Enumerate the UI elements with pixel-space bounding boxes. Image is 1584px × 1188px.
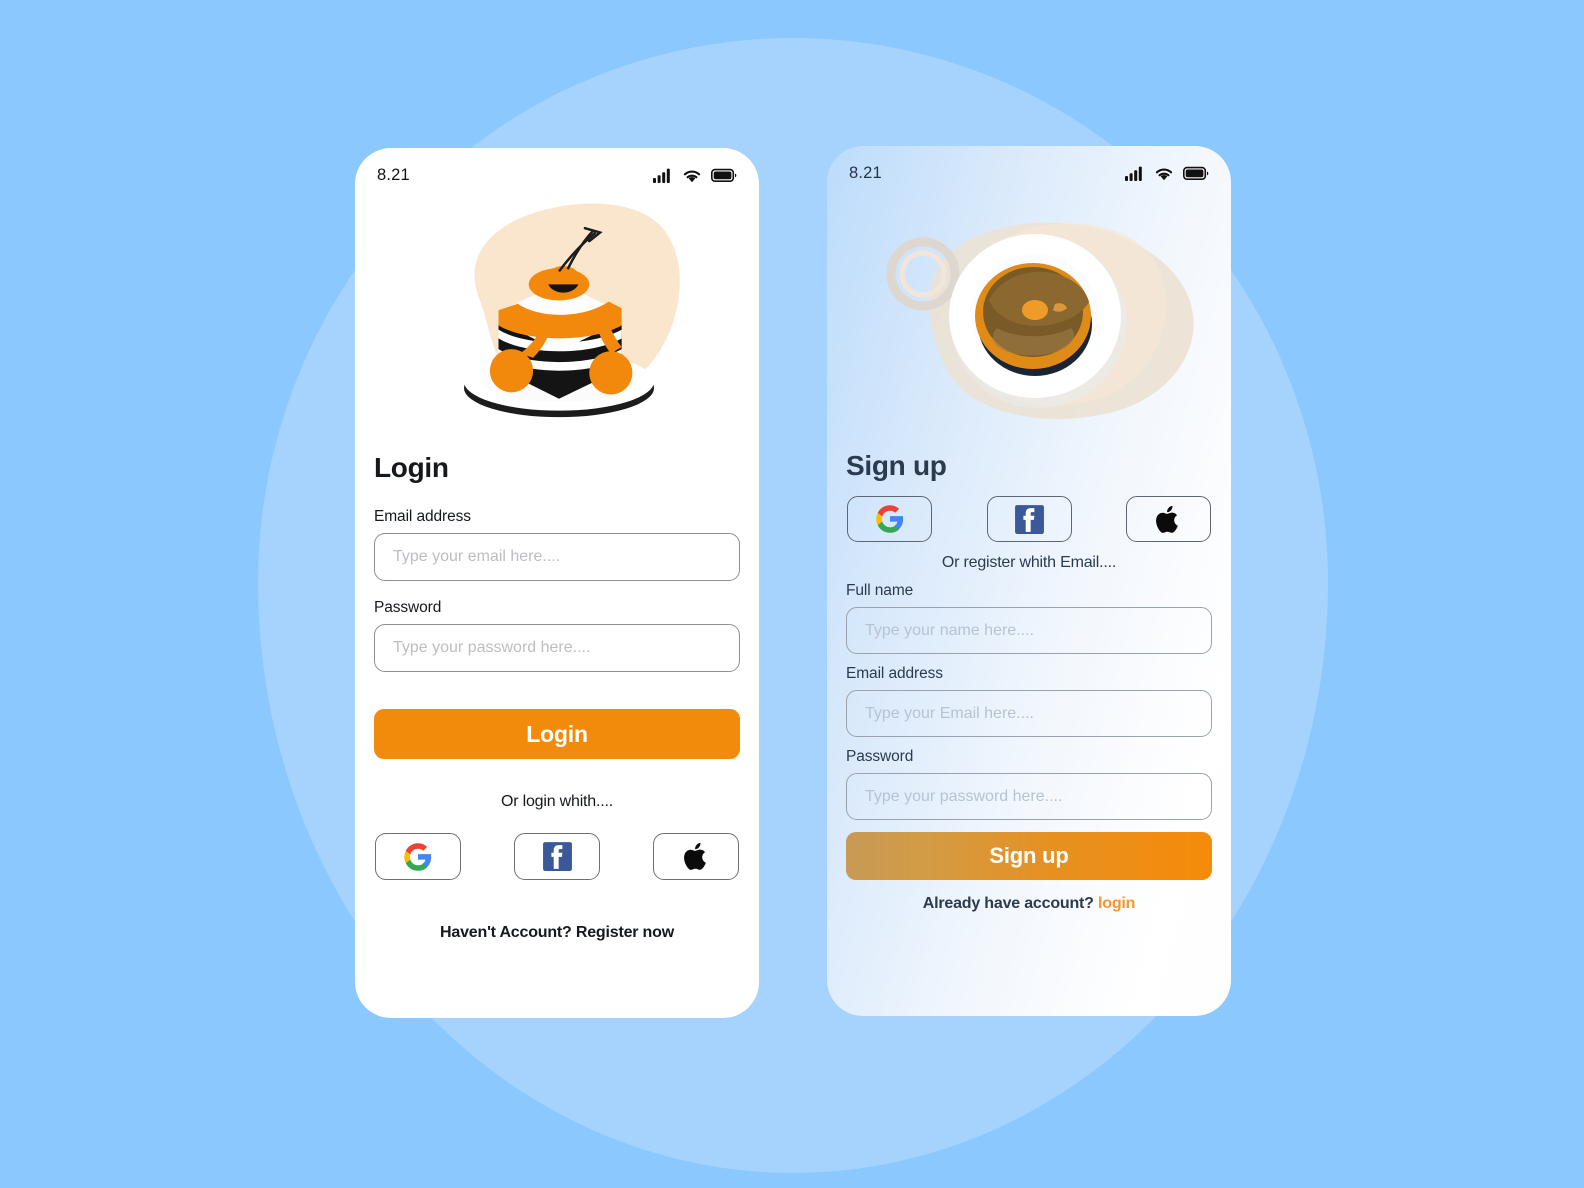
login-content: Login Email address Password Login Or lo… bbox=[355, 452, 759, 942]
or-login-with-label: Or login whith.... bbox=[500, 793, 613, 810]
status-time: 8.21 bbox=[377, 165, 410, 184]
google-icon bbox=[403, 842, 433, 872]
email-field-group: Email address bbox=[846, 665, 1212, 737]
status-icon-group bbox=[1125, 166, 1209, 181]
apple-icon bbox=[682, 840, 711, 873]
login-illustration bbox=[355, 190, 759, 452]
password-field-label: Password bbox=[846, 748, 914, 765]
email-input[interactable] bbox=[374, 533, 740, 581]
facebook-signup-button[interactable] bbox=[986, 496, 1072, 542]
page-title: Sign up bbox=[846, 450, 947, 481]
google-signup-button[interactable] bbox=[847, 496, 932, 542]
signup-content: Sign up Or register whith Email.... Full… bbox=[827, 450, 1231, 913]
login-screen: 8.21 Login Email address Type your email… bbox=[355, 148, 759, 1018]
status-time: 8.21 bbox=[849, 163, 882, 182]
wifi-icon bbox=[682, 168, 702, 183]
cellular-signal-icon bbox=[1125, 166, 1145, 181]
apple-signup-button[interactable] bbox=[1126, 496, 1211, 542]
cellular-signal-icon bbox=[653, 168, 673, 183]
password-field-label: Password bbox=[374, 599, 442, 616]
login-link[interactable]: login bbox=[1098, 895, 1135, 912]
google-icon bbox=[875, 504, 905, 534]
email-field-label: Email address bbox=[374, 508, 471, 525]
register-prompt[interactable]: Haven't Account? Register now bbox=[374, 924, 740, 942]
apple-icon bbox=[1154, 503, 1183, 536]
signup-button[interactable]: Sign up bbox=[846, 832, 1212, 880]
or-register-with-email-label: Or register whith Email.... bbox=[941, 554, 1117, 571]
login-prompt-text: Already have account? bbox=[922, 895, 1094, 912]
facebook-icon bbox=[1013, 503, 1046, 536]
status-icon-group bbox=[653, 168, 737, 183]
email-input[interactable] bbox=[846, 690, 1212, 737]
apple-login-button[interactable] bbox=[653, 833, 739, 880]
page-title: Login bbox=[374, 452, 449, 483]
password-input[interactable] bbox=[374, 624, 740, 672]
fullname-field-label: Full name bbox=[846, 582, 914, 599]
wifi-icon bbox=[1154, 166, 1174, 181]
fullname-input[interactable] bbox=[846, 607, 1212, 654]
login-social-buttons bbox=[374, 833, 740, 880]
facebook-login-button[interactable] bbox=[514, 833, 600, 880]
email-field-label: Email address bbox=[846, 665, 943, 682]
google-login-button[interactable] bbox=[375, 833, 461, 880]
login-prompt: Already have account? login bbox=[846, 895, 1212, 913]
signup-screen: 8.21 Sign up Or register whith Email....… bbox=[827, 146, 1231, 1016]
battery-icon bbox=[1183, 166, 1209, 181]
login-button[interactable]: Login bbox=[374, 709, 740, 759]
login-status-bar: 8.21 bbox=[355, 148, 759, 190]
screens-stage: 8.21 Login Email address Type your email… bbox=[0, 0, 1584, 1188]
signup-social-buttons bbox=[846, 496, 1212, 542]
battery-icon bbox=[711, 168, 737, 183]
password-field-group: Password bbox=[374, 599, 740, 672]
signup-status-bar: 8.21 bbox=[827, 146, 1231, 188]
password-field-group: Password bbox=[846, 748, 1212, 820]
signup-illustration bbox=[827, 188, 1231, 450]
email-field-group: Email address bbox=[374, 508, 740, 581]
password-input[interactable] bbox=[846, 773, 1212, 820]
facebook-icon bbox=[541, 840, 574, 873]
fullname-field-group: Full name bbox=[846, 582, 1212, 654]
